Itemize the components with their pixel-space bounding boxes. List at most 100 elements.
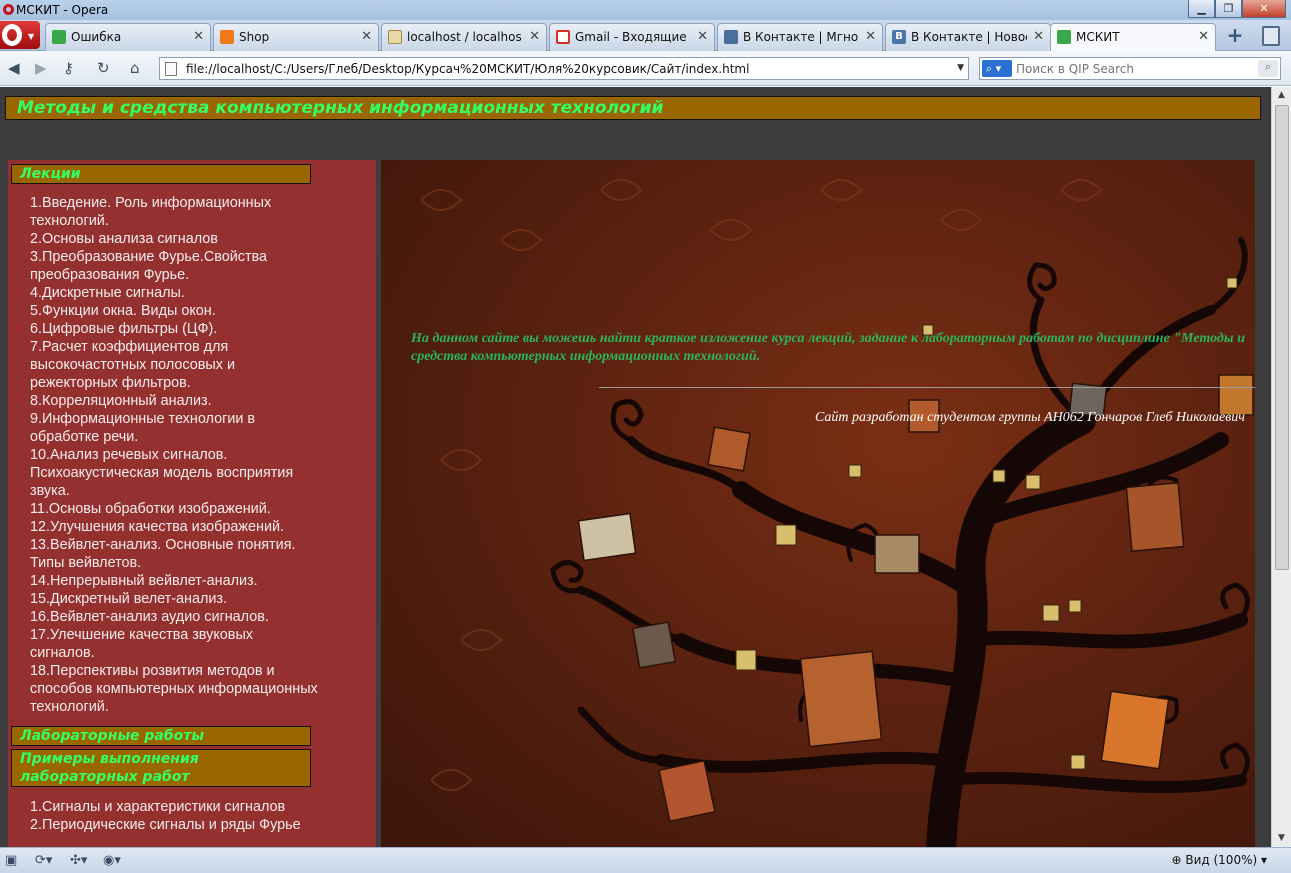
scroll-up-icon[interactable]: ▲ — [1272, 87, 1291, 104]
tab-label: localhost / localhos... — [407, 30, 523, 44]
turbo-icon[interactable]: ◉▾ — [103, 853, 121, 868]
tab-close-icon[interactable]: ✕ — [529, 29, 540, 44]
shop-icon — [220, 30, 234, 44]
vk-icon: B — [892, 30, 906, 44]
tab-mskit[interactable]: МСКИТ ✕ — [1050, 23, 1216, 52]
address-field[interactable]: file://localhost/C:/Users/Глеб/Desktop/К… — [159, 57, 969, 80]
sidebar-link[interactable]: 10.Анализ речевых сигналов. Психоакустич… — [30, 446, 320, 500]
tab-label: Shop — [239, 30, 270, 44]
tree-illustration — [420, 179, 1254, 847]
url-text: file://localhost/C:/Users/Глеб/Desktop/К… — [186, 62, 750, 76]
sidebar-link[interactable]: 15.Дискретный велет-анализ. — [30, 590, 320, 608]
tab-close-icon[interactable]: ✕ — [361, 29, 372, 44]
tab-vk-news[interactable]: B В Контакте | Новос... ✕ — [885, 23, 1051, 51]
lectures-list: 1.Введение. Роль информационных технолог… — [30, 194, 320, 716]
panel-toggle-icon[interactable]: ▣ — [5, 853, 17, 868]
window-controls: ▁ ❐ ✕ — [1188, 0, 1286, 18]
sidebar-link[interactable]: 4.Дискретные сигналы. — [30, 284, 320, 302]
tab-bar: ▼ Ошибка ✕ Shop ✕ localhost / localhos..… — [0, 20, 1291, 52]
sidebar-link[interactable]: 1.Введение. Роль информационных технолог… — [30, 194, 320, 230]
horizontal-rule — [599, 387, 1255, 388]
sidebar-link[interactable]: 17.Улечшение качества звуковых сигналов. — [30, 626, 320, 662]
tab-shop[interactable]: Shop ✕ — [213, 23, 379, 51]
tab-close-icon[interactable]: ✕ — [193, 29, 204, 44]
sidebar-link[interactable]: 2.Основы анализа сигналов — [30, 230, 320, 248]
tab-label: Gmail - Входящие (... — [575, 30, 691, 44]
reload-icon[interactable]: ↻ — [97, 60, 110, 76]
address-toolbar: ◀ ▶ ⚷ ↻ ⌂ file://localhost/C:/Users/Глеб… — [0, 51, 1291, 86]
close-window-button[interactable]: ✕ — [1242, 0, 1286, 18]
sidebar-link[interactable]: 9.Информационные технологии в обработке … — [30, 410, 320, 446]
examples-heading[interactable]: Примеры выполнения лабораторных работ — [11, 749, 311, 787]
site-header: Методы и средства компьютерных информаци… — [5, 96, 1261, 120]
sidebar-link[interactable]: 3.Преобразование Фурье.Свойства преобраз… — [30, 248, 320, 284]
tab-phpmyadmin[interactable]: localhost / localhos... ✕ — [381, 23, 547, 51]
sidebar-link[interactable]: 16.Вейвлет-анализ аудио сигналов. — [30, 608, 320, 626]
back-arrow-icon[interactable]: ◀ — [8, 60, 20, 76]
tab-label: В Контакте | Новос... — [911, 30, 1027, 44]
search-input[interactable] — [1016, 60, 1252, 77]
search-engine-icon[interactable]: ⌕ ▾ — [982, 60, 1012, 77]
sidebar-link[interactable]: 18.Перспективы розвития методов и способ… — [30, 662, 320, 716]
labs-heading[interactable]: Лабораторные работы — [11, 726, 311, 746]
sidebar-link[interactable]: 12.Улучшения качества изображений. — [30, 518, 320, 536]
sidebar-link[interactable]: 6.Цифровые фильтры (ЦФ). — [30, 320, 320, 338]
zoom-label: Вид (100%) — [1185, 853, 1258, 867]
window-title: МСКИТ - Opera — [16, 3, 109, 17]
lectures-heading[interactable]: Лекции — [11, 164, 311, 184]
sidebar-link[interactable]: 8.Корреляционный анализ. — [30, 392, 320, 410]
tab-close-icon[interactable]: ✕ — [1198, 29, 1209, 44]
zoom-control[interactable]: ⊕ Вид (100%) ▾ — [1171, 853, 1267, 867]
home-icon[interactable]: ⌂ — [130, 60, 140, 76]
window-title-bar: МСКИТ - Opera ▁ ❐ ✕ — [0, 0, 1291, 20]
tab-vk-messages[interactable]: В Контакте | Мгнов... ✕ — [717, 23, 883, 51]
sidebar-link[interactable]: 14.Непрерывный вейвлет-анализ. — [30, 572, 320, 590]
unite-icon[interactable]: ✣▾ — [70, 853, 87, 868]
document-icon — [165, 62, 177, 76]
vertical-scrollbar[interactable]: ▲ ▼ — [1271, 87, 1291, 847]
tab-error[interactable]: Ошибка ✕ — [45, 23, 211, 51]
key-icon[interactable]: ⚷ — [63, 60, 74, 76]
intro-text: На данном сайте вы можешь найти краткое … — [411, 331, 1245, 364]
search-icon[interactable]: ⌕ — [1258, 60, 1278, 77]
maximize-button[interactable]: ❐ — [1215, 0, 1242, 18]
tab-gmail[interactable]: Gmail - Входящие (... ✕ — [549, 23, 715, 51]
sidebar-link[interactable]: 2.Периодические сигналы и ряды Фурье — [30, 816, 320, 834]
forward-arrow-icon[interactable]: ▶ — [35, 60, 47, 76]
sidebar-link[interactable]: 5.Функции окна. Виды окон. — [30, 302, 320, 320]
tab-label: МСКИТ — [1076, 30, 1120, 44]
message-icon — [724, 30, 738, 44]
tab-close-icon[interactable]: ✕ — [1033, 29, 1044, 44]
new-tab-button[interactable]: + — [1222, 24, 1248, 48]
opera-menu-button[interactable]: ▼ — [0, 21, 40, 49]
author-credit: Сайт разработан студентом группы АН062 Г… — [814, 410, 1245, 425]
page-icon — [52, 30, 66, 44]
scroll-down-icon[interactable]: ▼ — [1272, 830, 1291, 847]
phpmyadmin-icon — [388, 30, 402, 44]
search-field[interactable]: ⌕ ▾ ⌕ — [979, 57, 1281, 80]
main-content: На данном сайте вы можешь найти краткое … — [381, 160, 1255, 847]
sidebar-link[interactable]: 13.Вейвлет-анализ. Основные понятия. Тип… — [30, 536, 320, 572]
gmail-icon — [556, 30, 570, 44]
sidebar: Лекции 1.Введение. Роль информационных т… — [8, 160, 376, 847]
status-bar: ▣ ⟳▾ ✣▾ ◉▾ ⊕ Вид (100%) ▾ — [0, 847, 1291, 873]
minimize-button[interactable]: ▁ — [1188, 0, 1215, 18]
page-icon — [1057, 30, 1071, 44]
sidebar-link[interactable]: 1.Сигналы и характеристики сигналов — [30, 798, 320, 816]
site-title: Методы и средства компьютерных информаци… — [17, 98, 664, 118]
examples-list: 1.Сигналы и характеристики сигналов 2.Пер… — [30, 798, 320, 834]
chevron-down-icon: ▼ — [28, 32, 35, 41]
scrollbar-thumb[interactable] — [1275, 105, 1289, 570]
sync-icon[interactable]: ⟳▾ — [35, 853, 52, 868]
sidebar-link[interactable]: 7.Расчет коэффициентов для высокочастотн… — [30, 338, 320, 392]
sidebar-link[interactable]: 11.Основы обработки изображений. — [30, 500, 320, 518]
tab-close-icon[interactable]: ✕ — [697, 29, 708, 44]
page-viewport: Методы и средства компьютерных информаци… — [0, 87, 1271, 847]
chevron-down-icon[interactable]: ▼ — [957, 63, 964, 73]
opera-logo-icon — [3, 4, 14, 15]
tab-label: Ошибка — [71, 30, 122, 44]
tab-close-icon[interactable]: ✕ — [865, 29, 876, 44]
trash-icon[interactable] — [1262, 26, 1280, 46]
tab-label: В Контакте | Мгнов... — [743, 30, 859, 44]
opera-o-icon — [2, 24, 22, 46]
